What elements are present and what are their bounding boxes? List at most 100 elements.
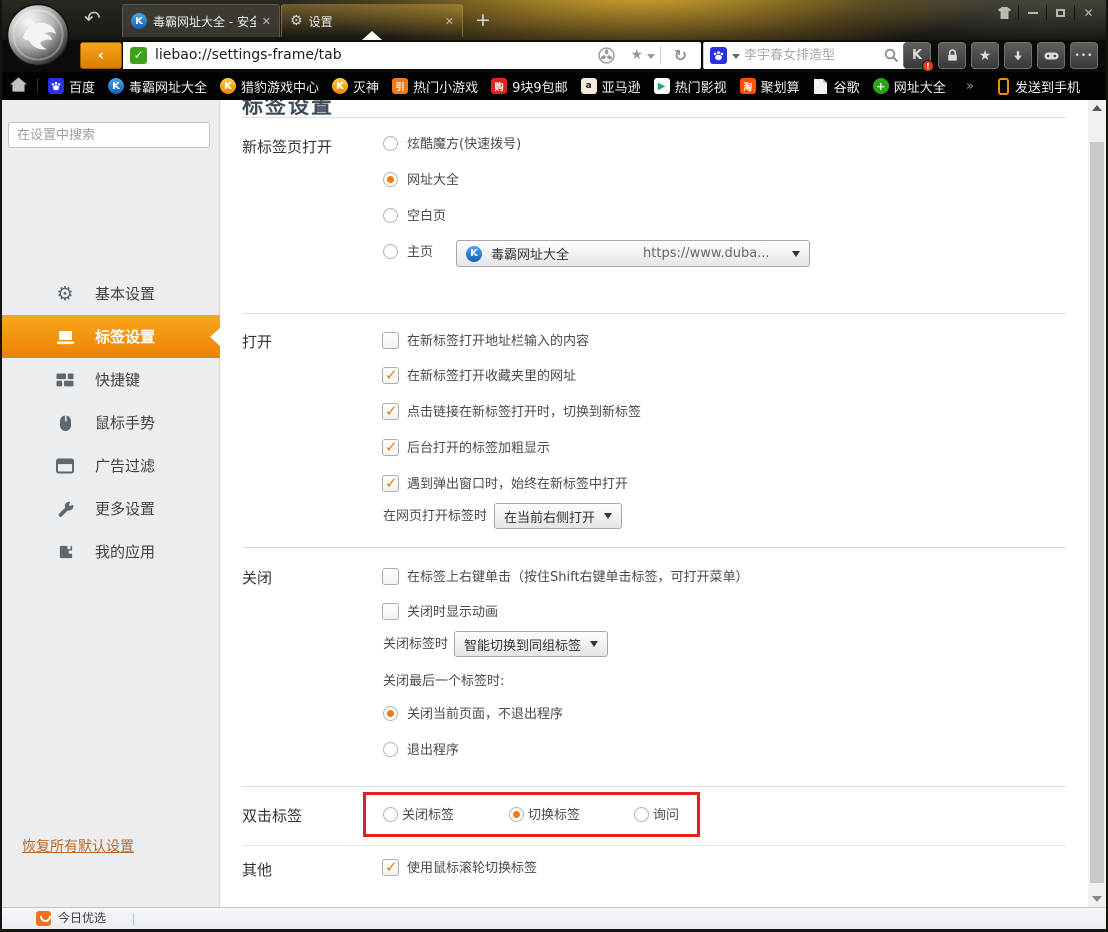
games-button[interactable] [1037,42,1065,69]
checkbox[interactable] [382,332,399,349]
bookmark-google[interactable]: 谷歌 [813,77,860,96]
divider [660,46,661,65]
checkbox[interactable] [382,475,399,492]
back-button[interactable]: ‹ [80,42,122,69]
radio-label[interactable]: 关闭当前页面，不退出程序 [407,707,563,723]
restore-defaults-link[interactable]: 恢复所有默认设置 [22,836,134,856]
checkbox-label[interactable]: 在新标签打开地址栏输入的内容 [407,334,589,350]
scroll-up-button[interactable] [1088,100,1106,116]
lock-button[interactable] [938,42,966,69]
bookmarks-overflow-chevron[interactable]: » [966,79,974,94]
home-icon[interactable] [10,77,27,96]
checkbox-label[interactable]: 在新标签打开收藏夹里的网址 [407,369,576,385]
shopping-bag-icon[interactable] [36,911,51,926]
checkbox[interactable] [382,859,399,876]
search-icon[interactable] [884,48,899,67]
bookmark-movies[interactable]: ▶ 热门影视 [654,77,727,96]
scroll-down-button[interactable] [1088,891,1106,907]
minimize-icon [1028,12,1038,14]
radio-label[interactable]: 切换标签 [528,808,580,824]
baidu-logo-icon[interactable] [710,47,727,64]
tab-duba-homepage[interactable]: K 毒霸网址大全 - 安全... ✕ [122,4,280,37]
theme-skin-button[interactable] [991,5,1018,21]
duba-favicon-icon: K [108,78,124,94]
settings-search-input[interactable] [8,122,210,148]
radio-button[interactable] [509,807,524,822]
sidebar-item-ad-filter[interactable]: 广告过滤 [0,444,220,487]
minimize-button[interactable] [1019,5,1046,21]
checkbox-label[interactable]: 遇到弹出窗口时，始终在新标签中打开 [407,477,628,493]
refresh-icon[interactable]: ↻ [674,46,687,65]
sidebar-item-basic-settings[interactable]: ⚙ 基本设置 [0,272,220,315]
radio-button[interactable] [383,208,398,223]
bookmark-mieshen[interactable]: K 灭神 [332,77,379,96]
radio-label[interactable]: 询问 [653,808,679,824]
homepage-select[interactable]: K 毒霸网址大全 https://www.duba... [456,240,810,267]
checkbox[interactable] [382,568,399,585]
radio-button[interactable] [383,136,398,151]
duba-security-button[interactable]: K ! [903,42,931,69]
radio-button[interactable] [383,807,398,822]
bookmark-baidu[interactable]: 百度 [48,77,95,96]
triangle-down-icon [1092,896,1102,902]
tab-close-icon[interactable]: ✕ [262,15,271,28]
scroll-thumb[interactable] [1090,142,1104,883]
bookmark-amazon[interactable]: a 亚马逊 [581,77,641,96]
bookmark-juhuasuan[interactable]: 淘 聚划算 [740,77,800,96]
radio-button[interactable] [383,742,398,757]
daily-picks-link[interactable]: 今日优选 [58,908,106,929]
radio-label[interactable]: 炫酷魔方(快速拨号) [407,137,521,153]
divider [242,313,1066,314]
open-when-select[interactable]: 在当前右侧打开 [494,503,622,529]
bookmark-game-center[interactable]: K 猎豹游戏中心 [220,77,319,96]
titlebar-back-arrow-icon[interactable]: ↶ [84,8,101,28]
phone-icon [998,78,1009,95]
sidebar-item-tab-settings[interactable]: 标签设置 [0,315,220,358]
radio-label[interactable]: 退出程序 [407,743,459,759]
checkbox-label[interactable]: 在标签上右键单击（按住Shift右键单击标签，可打开菜单） [407,570,749,586]
checkbox-label[interactable]: 使用鼠标滚轮切换标签 [407,861,537,877]
radio-label[interactable]: 关闭标签 [402,808,454,824]
speed-boost-icon[interactable] [598,47,615,68]
url-text[interactable]: liebao://settings-frame/tab [155,47,342,63]
checkbox[interactable] [382,603,399,620]
bookmark-duba[interactable]: K 毒霸网址大全 [108,77,207,96]
search-box[interactable] [703,42,907,69]
bookmark-minigames[interactable]: 引 热门小游戏 [392,77,478,96]
sidebar-item-mouse-gestures[interactable]: 鼠标手势 [0,401,220,444]
close-when-select[interactable]: 智能切换到同组标签 [454,631,608,657]
radio-label[interactable]: 空白页 [407,209,446,225]
checkbox-label[interactable]: 关闭时显示动画 [407,605,498,621]
checkbox-label[interactable]: 点击链接在新标签打开时，切换到新标签 [407,405,641,421]
bookmark-baoyou[interactable]: 购 9块9包邮 [491,77,568,96]
bookmark-wangzhi[interactable]: + 网址大全 [873,77,946,96]
checkbox[interactable] [382,367,399,384]
checkbox-label[interactable]: 后台打开的标签加粗显示 [407,441,550,457]
search-input[interactable] [742,44,872,67]
tab-close-icon[interactable]: ✕ [445,15,454,28]
new-tab-button[interactable]: + [470,8,496,33]
favorite-dropdown-icon[interactable] [647,54,655,59]
add-favorite-icon[interactable]: ★ [630,47,643,64]
radio-button[interactable] [383,706,398,721]
checkbox[interactable] [382,439,399,456]
radio-button[interactable] [634,807,649,822]
checkbox[interactable] [382,403,399,420]
cheetah-browser-logo[interactable] [6,3,70,67]
sidebar-item-more-settings[interactable]: 更多设置 [0,487,220,530]
downloads-button[interactable] [1004,42,1032,69]
radio-button[interactable] [383,172,398,187]
radio-button[interactable] [383,244,398,259]
sidebar-item-my-apps[interactable]: 我的应用 [0,530,220,573]
more-tools-button[interactable]: ••• [1070,42,1098,69]
send-to-phone-button[interactable]: 发送到手机 [998,77,1080,96]
close-button[interactable]: ✕ [1075,5,1102,21]
search-engine-dropdown-icon[interactable] [732,54,740,59]
maximize-button[interactable] [1047,5,1074,21]
scrollbar[interactable] [1088,100,1106,907]
radio-label[interactable]: 网址大全 [407,173,459,189]
sidebar-item-shortcut-keys[interactable]: 快捷键 [0,358,220,401]
radio-label[interactable]: 主页 [407,245,433,261]
favorites-button[interactable]: ★ [971,42,999,69]
address-bar[interactable]: ✓ liebao://settings-frame/tab ★ ↻ [123,42,701,69]
